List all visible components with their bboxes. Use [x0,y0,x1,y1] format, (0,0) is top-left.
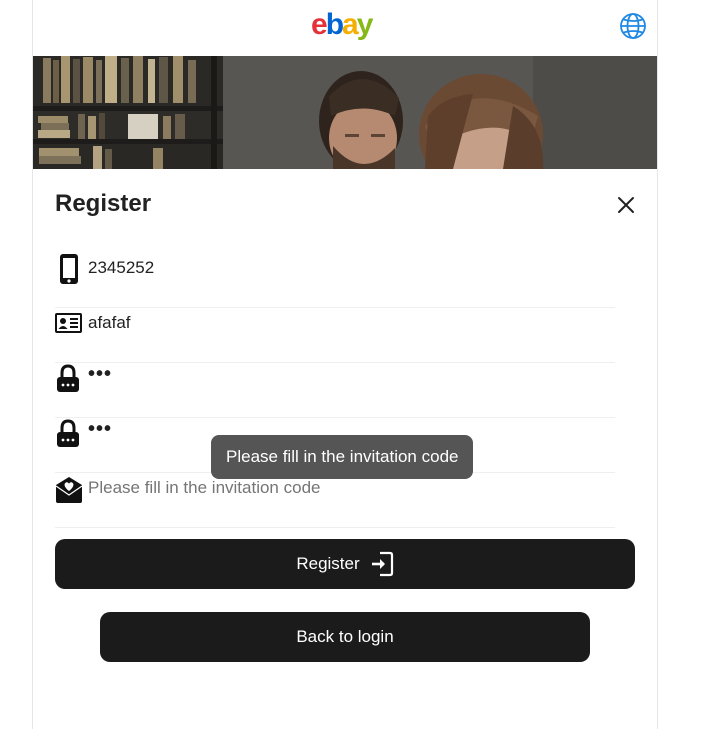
lock-icon [57,364,79,392]
name-value: afafaf [88,313,131,332]
top-bar: ebay [33,0,657,56]
confirm-password-value: ••• [88,418,113,440]
back-to-login-button[interactable]: Back to login [100,612,590,662]
globe-icon[interactable] [619,12,647,40]
register-button[interactable]: Register [55,539,635,589]
logo-letter-y: y [356,8,374,41]
invitation-code-input: Please fill in the invitation code [88,478,321,497]
register-button-label: Register [296,554,360,573]
logo-letter-b: b [325,8,344,41]
form-title: Register [55,190,152,217]
password-value: ••• [88,363,113,385]
lock-icon [57,419,79,447]
logo-letter-a: a [342,8,359,41]
validation-toast: Please fill in the invitation code [211,435,474,479]
close-icon[interactable] [615,194,637,216]
sign-in-icon [371,551,393,577]
password-field[interactable]: ••• [55,363,615,418]
name-field[interactable]: afafaf [55,308,615,363]
register-page: ebay Register 2345252 afafaf ••• ••• Ple… [32,0,658,729]
id-card-icon [55,313,82,333]
ebay-logo[interactable]: ebay [311,8,374,42]
logo-letter-e: e [311,8,328,41]
invite-envelope-icon [55,477,83,503]
banner-image [33,56,657,169]
invitation-code-field[interactable]: Please fill in the invitation code [55,473,615,528]
phone-value: 2345252 [88,258,155,277]
phone-icon [60,254,78,284]
phone-field[interactable]: 2345252 [55,253,615,308]
